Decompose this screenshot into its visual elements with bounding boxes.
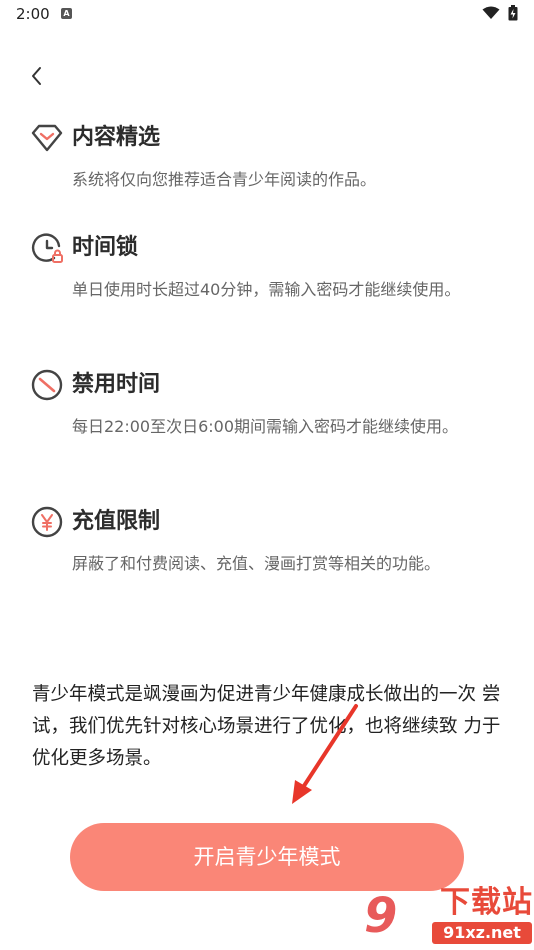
wifi-icon: [482, 6, 500, 19]
status-time: 2:00: [16, 5, 50, 23]
status-bar: 2:00 A: [0, 0, 534, 28]
battery-icon: [508, 5, 518, 21]
yen-icon: [31, 506, 63, 538]
chevron-left-icon: [32, 67, 41, 85]
feature-title: 充值限制: [72, 509, 161, 534]
teen-mode-intro: 青少年模式是飒漫画为促进青少年健康成长做出的一次 尝试，我们优先针对核心场景进行…: [32, 684, 501, 769]
clock-lock-icon: [31, 233, 63, 263]
diamond-icon: [31, 124, 63, 152]
status-icons: [482, 5, 518, 21]
watermark: 9 下载站 91xz.net: [356, 884, 534, 950]
feature-description: 系统将仅向您推荐适合青少年阅读的作品。: [72, 170, 377, 189]
feature-description: 屏蔽了和付费阅读、充值、漫画打赏等相关的功能。: [72, 554, 441, 573]
feature-description: 每日22:00至次日6:00期间需输入密码才能继续使用。: [72, 417, 459, 436]
watermark-title: 下载站: [440, 885, 533, 920]
feature-description: 单日使用时长超过40分钟，需输入密码才能继续使用。: [72, 280, 461, 299]
feature-title: 内容精选: [72, 125, 161, 150]
back-button[interactable]: [24, 62, 52, 90]
feature-title: 禁用时间: [72, 372, 161, 397]
enable-teen-mode-button[interactable]: 开启青少年模式: [70, 823, 464, 891]
watermark-logo: 9: [364, 888, 398, 944]
notification-app-icon: A: [61, 8, 72, 19]
watermark-domain: 91xz.net: [432, 922, 532, 944]
forbidden-icon: [31, 369, 63, 401]
feature-title: 时间锁: [72, 235, 139, 260]
